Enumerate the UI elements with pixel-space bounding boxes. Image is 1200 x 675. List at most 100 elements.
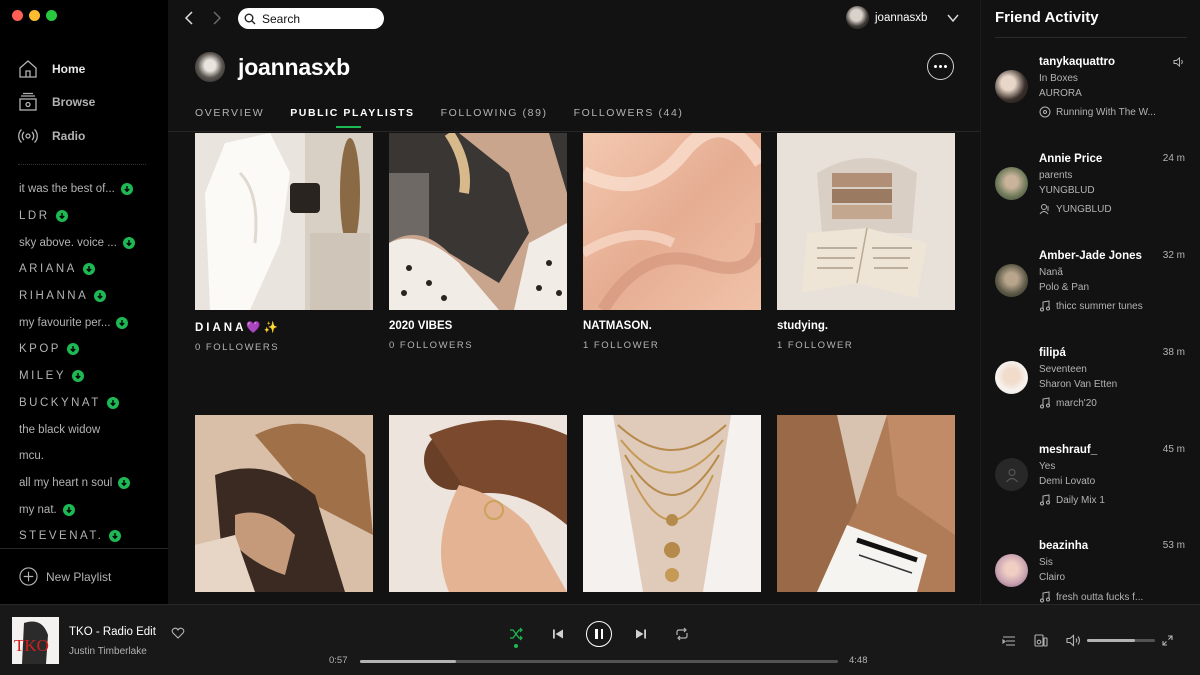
download-check-icon	[109, 530, 122, 543]
avatar	[995, 264, 1028, 297]
sidebar-playlist-item[interactable]: the black widow	[19, 416, 159, 443]
playlist-cover-embrace	[195, 415, 373, 592]
friend-artist[interactable]: Demi Lovato	[1039, 476, 1095, 487]
album-art-image: TKO	[12, 617, 59, 664]
sidebar-playlist-item[interactable]: it was the best of...	[19, 176, 159, 203]
forward-arrow-icon[interactable]	[208, 10, 224, 26]
sidebar-divider	[18, 164, 146, 165]
now-playing-artist[interactable]: Justin Timberlake	[69, 646, 147, 657]
playlist-title: NATMASON.	[583, 320, 652, 332]
sidebar-playlist-item[interactable]: my favourite per...	[19, 309, 159, 336]
plus-circle-icon	[19, 567, 38, 586]
tab-overview[interactable]: OVERVIEW	[195, 107, 264, 119]
shuffle-icon[interactable]	[509, 627, 523, 641]
playlist-card[interactable]: NATMASON. 1 FOLLOWER	[583, 133, 761, 351]
queue-icon[interactable]	[1002, 635, 1016, 647]
sidebar-playlist-label: KPOP	[19, 343, 61, 356]
fullscreen-icon[interactable]	[1162, 635, 1173, 646]
more-options-button[interactable]	[927, 53, 954, 80]
avatar	[995, 458, 1028, 491]
playlist-card[interactable]: 2020 VIBES 0 FOLLOWERS	[389, 133, 567, 351]
main-content: joannasxb OVERVIEW PUBLIC PLAYLISTS FOLL…	[168, 36, 980, 604]
friend-context[interactable]: thicc summer tunes	[1039, 300, 1143, 312]
now-playing-album-art[interactable]: TKO	[12, 617, 59, 664]
playlist-cover-white-dress	[195, 133, 373, 310]
avatar	[846, 6, 869, 29]
search-box[interactable]	[238, 8, 384, 29]
friend-track[interactable]: Sis	[1039, 557, 1053, 568]
sidebar-playlist-item[interactable]: LDR	[19, 203, 159, 230]
friend-context[interactable]: Running With The W...	[1039, 106, 1156, 118]
playlist-card[interactable]	[777, 415, 955, 602]
sidebar-playlist-item[interactable]: STEVENAT.	[19, 523, 159, 550]
friend-context[interactable]: fresh outta fucks f...	[1039, 591, 1143, 603]
playlist-card[interactable]: studying. 1 FOLLOWER	[777, 133, 955, 351]
friend-artist[interactable]: Polo & Pan	[1039, 282, 1089, 293]
next-track-icon[interactable]	[635, 628, 647, 640]
download-check-icon	[118, 476, 131, 489]
playlist-card[interactable]	[583, 415, 761, 602]
friend-track[interactable]: Seventeen	[1039, 364, 1087, 375]
previous-track-icon[interactable]	[552, 628, 564, 640]
volume-icon[interactable]	[1066, 634, 1081, 647]
sidebar-playlist-item[interactable]: sky above. voice ...	[19, 229, 159, 256]
friend-artist[interactable]: YUNGBLUD	[1039, 185, 1095, 196]
playlist-card[interactable]: DIANA💜✨ 0 FOLLOWERS	[195, 133, 373, 353]
heart-icon[interactable]	[171, 626, 185, 640]
repeat-icon[interactable]	[675, 627, 689, 641]
nav-item-radio[interactable]: Radio	[18, 119, 95, 153]
playlist-cover-corduroy	[777, 415, 955, 592]
tab-public-playlists[interactable]: PUBLIC PLAYLISTS	[290, 107, 414, 128]
friend-context-label: Running With The W...	[1056, 106, 1156, 118]
sidebar-playlist-item[interactable]: ARIANA	[19, 256, 159, 283]
friend-time: 45 m	[1162, 444, 1185, 455]
maximize-window-button[interactable]	[46, 10, 57, 21]
sidebar-playlist-item[interactable]: BUCKYNAT	[19, 390, 159, 417]
sidebar-playlist-item[interactable]: MILEY	[19, 363, 159, 390]
pause-button[interactable]	[586, 621, 612, 647]
progress-fill	[360, 660, 456, 663]
nav-item-browse[interactable]: Browse	[18, 86, 95, 120]
playlist-cover-polka-dot	[389, 133, 567, 310]
sidebar-playlist-label: it was the best of...	[19, 183, 115, 196]
avatar	[995, 70, 1028, 103]
playlist-card[interactable]	[195, 415, 373, 602]
friend-track[interactable]: Yes	[1039, 461, 1055, 472]
friend-track[interactable]: Nanã	[1039, 267, 1063, 278]
download-check-icon	[120, 183, 133, 196]
minimize-window-button[interactable]	[29, 10, 40, 21]
shuffle-active-dot	[514, 644, 518, 648]
friend-context-label: thicc summer tunes	[1056, 300, 1143, 312]
close-window-button[interactable]	[12, 10, 23, 21]
friend-name: Annie Price	[1039, 153, 1103, 165]
chevron-down-icon[interactable]	[946, 11, 960, 25]
new-playlist-button[interactable]: New Playlist	[0, 548, 168, 604]
back-arrow-icon[interactable]	[182, 10, 198, 26]
user-menu[interactable]: joannasxb	[846, 6, 927, 29]
sidebar-playlist-item[interactable]: RIHANNA	[19, 283, 159, 310]
sidebar-playlist-item[interactable]: KPOP	[19, 336, 159, 363]
nav-item-home[interactable]: Home	[18, 52, 95, 86]
friend-artist[interactable]: Sharon Van Etten	[1039, 379, 1117, 390]
friend-artist[interactable]: AURORA	[1039, 88, 1082, 99]
sidebar-playlist-item[interactable]: all my heart n soul	[19, 470, 159, 497]
tab-following[interactable]: FOLLOWING (89)	[441, 107, 548, 119]
friend-artist[interactable]: Clairo	[1039, 572, 1065, 583]
friend-context[interactable]: march'20	[1039, 397, 1097, 409]
playlist-cover-books	[777, 133, 955, 310]
avatar	[995, 167, 1028, 200]
search-input[interactable]	[262, 11, 372, 26]
progress-bar[interactable]	[360, 660, 838, 663]
devices-icon[interactable]	[1034, 634, 1048, 647]
sidebar-playlist-item[interactable]: mcu.	[19, 443, 159, 470]
friend-context[interactable]: YUNGBLUD	[1039, 203, 1112, 215]
sidebar-playlist-label: STEVENAT.	[19, 530, 104, 543]
friend-track[interactable]: In Boxes	[1039, 73, 1078, 84]
sidebar-playlist-item[interactable]: my nat.	[19, 496, 159, 523]
volume-slider[interactable]	[1087, 639, 1155, 642]
friend-track[interactable]: parents	[1039, 170, 1072, 181]
tab-followers[interactable]: FOLLOWERS (44)	[574, 107, 684, 119]
now-playing-title[interactable]: TKO - Radio Edit	[69, 626, 156, 638]
friend-context[interactable]: Daily Mix 1	[1039, 494, 1105, 506]
playlist-card[interactable]	[389, 415, 567, 602]
